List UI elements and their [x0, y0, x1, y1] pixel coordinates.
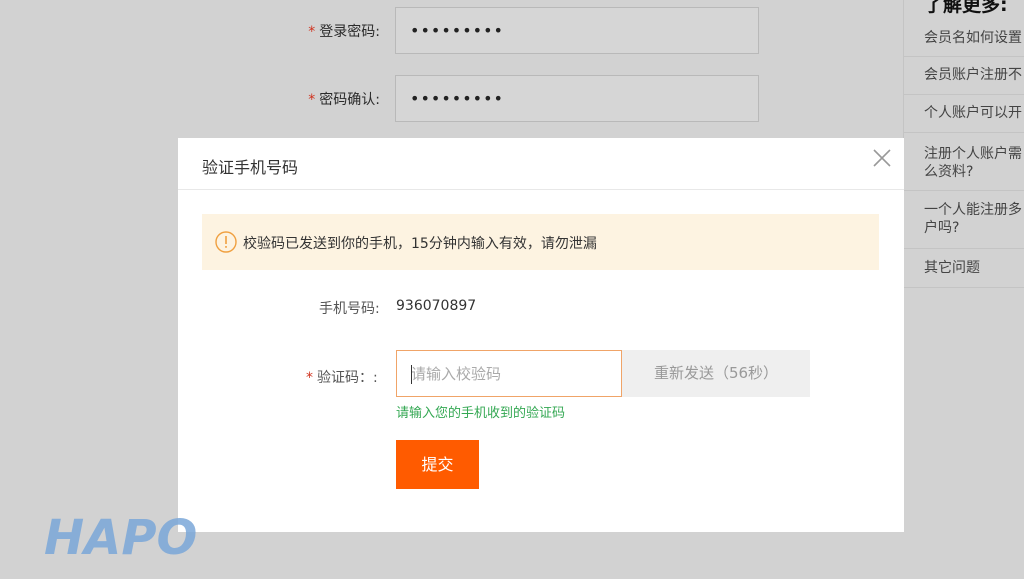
divider — [904, 287, 1024, 288]
help-link-materials-line1[interactable]: 注册个人账户需 — [924, 144, 1024, 164]
divider — [904, 132, 1024, 133]
password-label: * 登录密码: — [308, 24, 380, 40]
hapo-watermark-logo: HAPO — [40, 508, 230, 566]
divider — [904, 94, 1024, 95]
divider — [904, 56, 1024, 57]
close-icon[interactable] — [870, 146, 894, 170]
verify-phone-dialog: 验证手机号码 校验码已发送到你的手机，15分钟内输入有效，请勿泄漏 手机号码: … — [178, 138, 904, 532]
divider — [904, 190, 1024, 191]
help-link-personal-account[interactable]: 个人账户可以开 — [924, 103, 1024, 123]
text-caret — [411, 365, 412, 384]
dialog-header: 验证手机号码 — [178, 138, 904, 190]
code-label: * 验证码：: — [306, 370, 378, 386]
help-link-other[interactable]: 其它问题 — [924, 258, 1024, 278]
code-hint: 请输入您的手机收到的验证码 — [396, 406, 566, 421]
notice-text: 校验码已发送到你的手机，15分钟内输入有效，请勿泄漏 — [243, 236, 597, 252]
svg-text:HAPO: HAPO — [44, 510, 197, 564]
help-panel-title: 了解更多: — [924, 0, 1008, 16]
code-field[interactable] — [396, 350, 622, 397]
dialog-title: 验证手机号码 — [202, 158, 299, 177]
confirm-password-row: * 密码确认: ••••••••• — [0, 75, 900, 123]
password-input[interactable]: ••••••••• — [395, 7, 759, 54]
help-link-multiple-accounts-line1[interactable]: 一个人能注册多 — [924, 200, 1024, 220]
submit-button[interactable]: 提交 — [396, 440, 479, 489]
divider — [904, 248, 1024, 249]
help-link-materials-line2[interactable]: 么资料? — [924, 162, 1024, 182]
phone-label: 手机号码: — [319, 301, 380, 317]
code-input[interactable] — [397, 351, 621, 396]
phone-value: 936070897 — [396, 298, 477, 314]
confirm-password-label: * 密码确认: — [308, 92, 380, 108]
confirm-password-input[interactable]: ••••••••• — [395, 75, 759, 122]
info-icon — [214, 230, 238, 254]
help-link-multiple-accounts-line2[interactable]: 户吗? — [924, 218, 1024, 238]
password-row: * 登录密码: ••••••••• — [0, 7, 900, 55]
help-link-member-name[interactable]: 会员名如何设置 — [924, 28, 1024, 48]
resend-button[interactable]: 重新发送（56秒） — [622, 350, 810, 397]
help-link-register-issue[interactable]: 会员账户注册不 — [924, 65, 1024, 85]
help-side-panel: 了解更多: 会员名如何设置 会员账户注册不 个人账户可以开 注册个人账户需 么资… — [903, 0, 1024, 288]
notice-banner: 校验码已发送到你的手机，15分钟内输入有效，请勿泄漏 — [202, 214, 879, 270]
